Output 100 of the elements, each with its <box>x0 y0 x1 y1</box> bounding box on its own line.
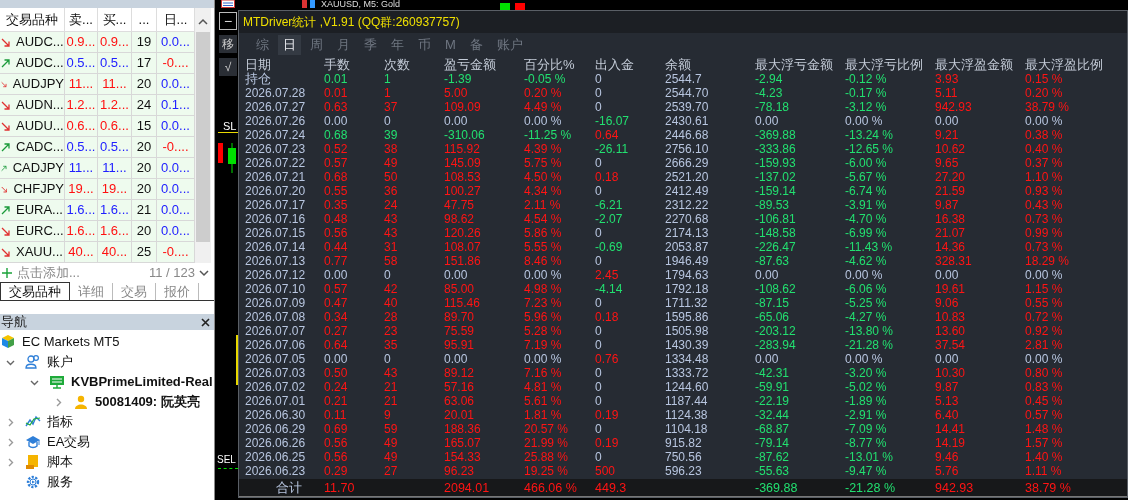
table-cell-text: 0 <box>595 366 603 380</box>
table-cell-text: 750.56 <box>665 450 703 464</box>
table-cell-text: 0 <box>595 296 603 310</box>
table-cell-text: 43 <box>384 366 399 380</box>
chart-type-icon <box>301 0 317 9</box>
table-cell-text: 89.70 <box>444 310 476 324</box>
table-cell-text: 2026.07.15 <box>245 226 307 240</box>
scrollbar[interactable] <box>195 8 211 263</box>
table-cell-text: 165.07 <box>444 436 482 450</box>
scroll-down-icon[interactable] <box>199 269 209 277</box>
table-cell-text: 5.00 <box>444 86 469 100</box>
symbol-name[interactable]: AUDJPY <box>12 74 64 94</box>
table-cell-text: 2026.07.21 <box>245 170 307 184</box>
toolbar-button[interactable]: √ <box>219 58 237 76</box>
symbol-name[interactable]: AUDN... <box>16 95 64 115</box>
tree-item[interactable]: EA交易 <box>47 432 91 452</box>
column-header[interactable]: 买... <box>98 8 132 31</box>
add-symbol-link[interactable]: 点击添加... <box>17 263 80 283</box>
tab[interactable]: 详细 <box>70 283 113 300</box>
toolbar-button[interactable]: 移 <box>219 35 237 53</box>
table-cell-text: 2026.07.10 <box>245 282 307 296</box>
table-cell-text: 28 <box>384 310 399 324</box>
table-cell-text: 0.19 <box>595 408 620 422</box>
table-cell-text: 0.64 <box>595 128 620 142</box>
table-cell-text: 49 <box>384 436 399 450</box>
table-cell-text: 9 <box>384 408 392 422</box>
tab[interactable]: 交易品种 <box>0 282 70 300</box>
table-cell-text: 27.20 <box>935 170 967 184</box>
table-cell-text: 1 <box>384 86 392 100</box>
column-header: 盈亏金额 <box>444 58 497 72</box>
symbol-name[interactable]: CHFJPY <box>13 179 64 199</box>
close-icon[interactable] <box>201 317 210 327</box>
table-cell-text: 10.83 <box>935 310 967 324</box>
table-cell-text: 11... <box>102 75 127 94</box>
table-cell-text: -21.28 % <box>845 338 895 352</box>
table-cell-text: 0 <box>595 100 603 114</box>
chevron-right-icon[interactable] <box>6 417 15 427</box>
table-cell-text: 0.9... <box>66 33 96 52</box>
tree-item[interactable]: 指标 <box>47 412 73 432</box>
table-cell-text: -283.94 <box>755 338 797 352</box>
symbol-name[interactable]: XAUU... <box>16 242 63 262</box>
chevron-right-icon[interactable] <box>6 457 15 467</box>
column-header[interactable]: ... <box>132 8 157 31</box>
scroll-up-icon[interactable] <box>198 18 208 26</box>
symbol-name[interactable]: EURA... <box>16 200 63 220</box>
table-cell-text: 5.76 <box>935 464 960 478</box>
tree-item[interactable]: KVBPrimeLimited-Real <box>71 372 213 392</box>
sell-label: SEL <box>217 454 236 465</box>
table-cell-text: 1.81 % <box>524 408 563 422</box>
tab[interactable]: 日 <box>278 35 301 55</box>
table-cell-text: 500 <box>595 464 617 478</box>
symbol-name[interactable]: CADC... <box>16 137 64 157</box>
column-header: 余额 <box>665 58 692 72</box>
table-cell-text: 0.00 <box>935 352 960 366</box>
table-cell-text: 0 <box>384 268 392 282</box>
table-cell-text: 0.52 <box>324 142 349 156</box>
tab[interactable]: 交易 <box>113 283 156 300</box>
table-cell-text: 16.38 <box>935 212 967 226</box>
tree-item[interactable]: 服务 <box>47 472 73 492</box>
table-cell-text: 47.75 <box>444 198 476 212</box>
chevron-right-icon[interactable] <box>6 437 15 447</box>
table-cell-text: 0 <box>595 156 603 170</box>
tree-item[interactable]: EC Markets MT5 <box>22 332 120 352</box>
table-cell-text: 17 <box>136 54 152 73</box>
table-cell-text: 1 <box>384 72 392 86</box>
tree-item[interactable]: 50081409: 阮英亮 <box>95 392 200 412</box>
table-cell-text: 2430.61 <box>665 114 710 128</box>
tab[interactable]: 报价 <box>156 283 199 300</box>
symbol-name[interactable]: AUDC... <box>16 32 64 52</box>
table-cell-text: -3.20 % <box>845 366 888 380</box>
column-header[interactable]: 卖... <box>65 8 98 31</box>
tree-item[interactable]: 账户 <box>47 352 73 372</box>
table-cell-text: 0.20 % <box>524 86 563 100</box>
table-cell-text: 328.31 <box>935 254 973 268</box>
symbol-name[interactable]: AUDC... <box>16 53 64 73</box>
table-cell-text: 942.93 <box>935 100 973 114</box>
tree-item[interactable]: 脚本 <box>47 452 73 472</box>
table-cell-text: 0.00 % <box>524 352 563 366</box>
table-cell-text: -4.23 <box>755 86 784 100</box>
table-cell-text: 0.44 <box>324 240 349 254</box>
toolbar-button[interactable]: − <box>219 12 237 30</box>
table-cell-text: 2026.07.27 <box>245 100 307 114</box>
table-cell-text: 0.63 <box>324 100 349 114</box>
table-cell-text: -6.99 % <box>845 226 888 240</box>
table-cell-text: -369.88 <box>755 480 799 497</box>
symbol-name[interactable]: CADJPY <box>12 158 64 178</box>
symbol-name[interactable]: AUDU... <box>16 116 64 136</box>
table-cell-text: -4.70 % <box>845 212 888 226</box>
table-cell-text: -87.63 <box>755 254 791 268</box>
table-cell-text: 2026.06.30 <box>245 408 307 422</box>
column-header[interactable]: 交易品种 <box>0 8 65 31</box>
symbol-name[interactable]: EURC... <box>16 221 64 241</box>
table-cell-text: 2026.07.22 <box>245 156 307 170</box>
column-header: 最大浮亏比例 <box>845 58 924 72</box>
table-cell-text: 0.56 <box>324 450 349 464</box>
table-cell-text: 38.79 % <box>1025 480 1072 497</box>
chevron-right-icon[interactable] <box>54 397 63 407</box>
table-cell-text: 24 <box>136 96 152 115</box>
table-cell-text: 0 <box>595 422 603 436</box>
table-cell-text: -6.00 % <box>845 156 888 170</box>
